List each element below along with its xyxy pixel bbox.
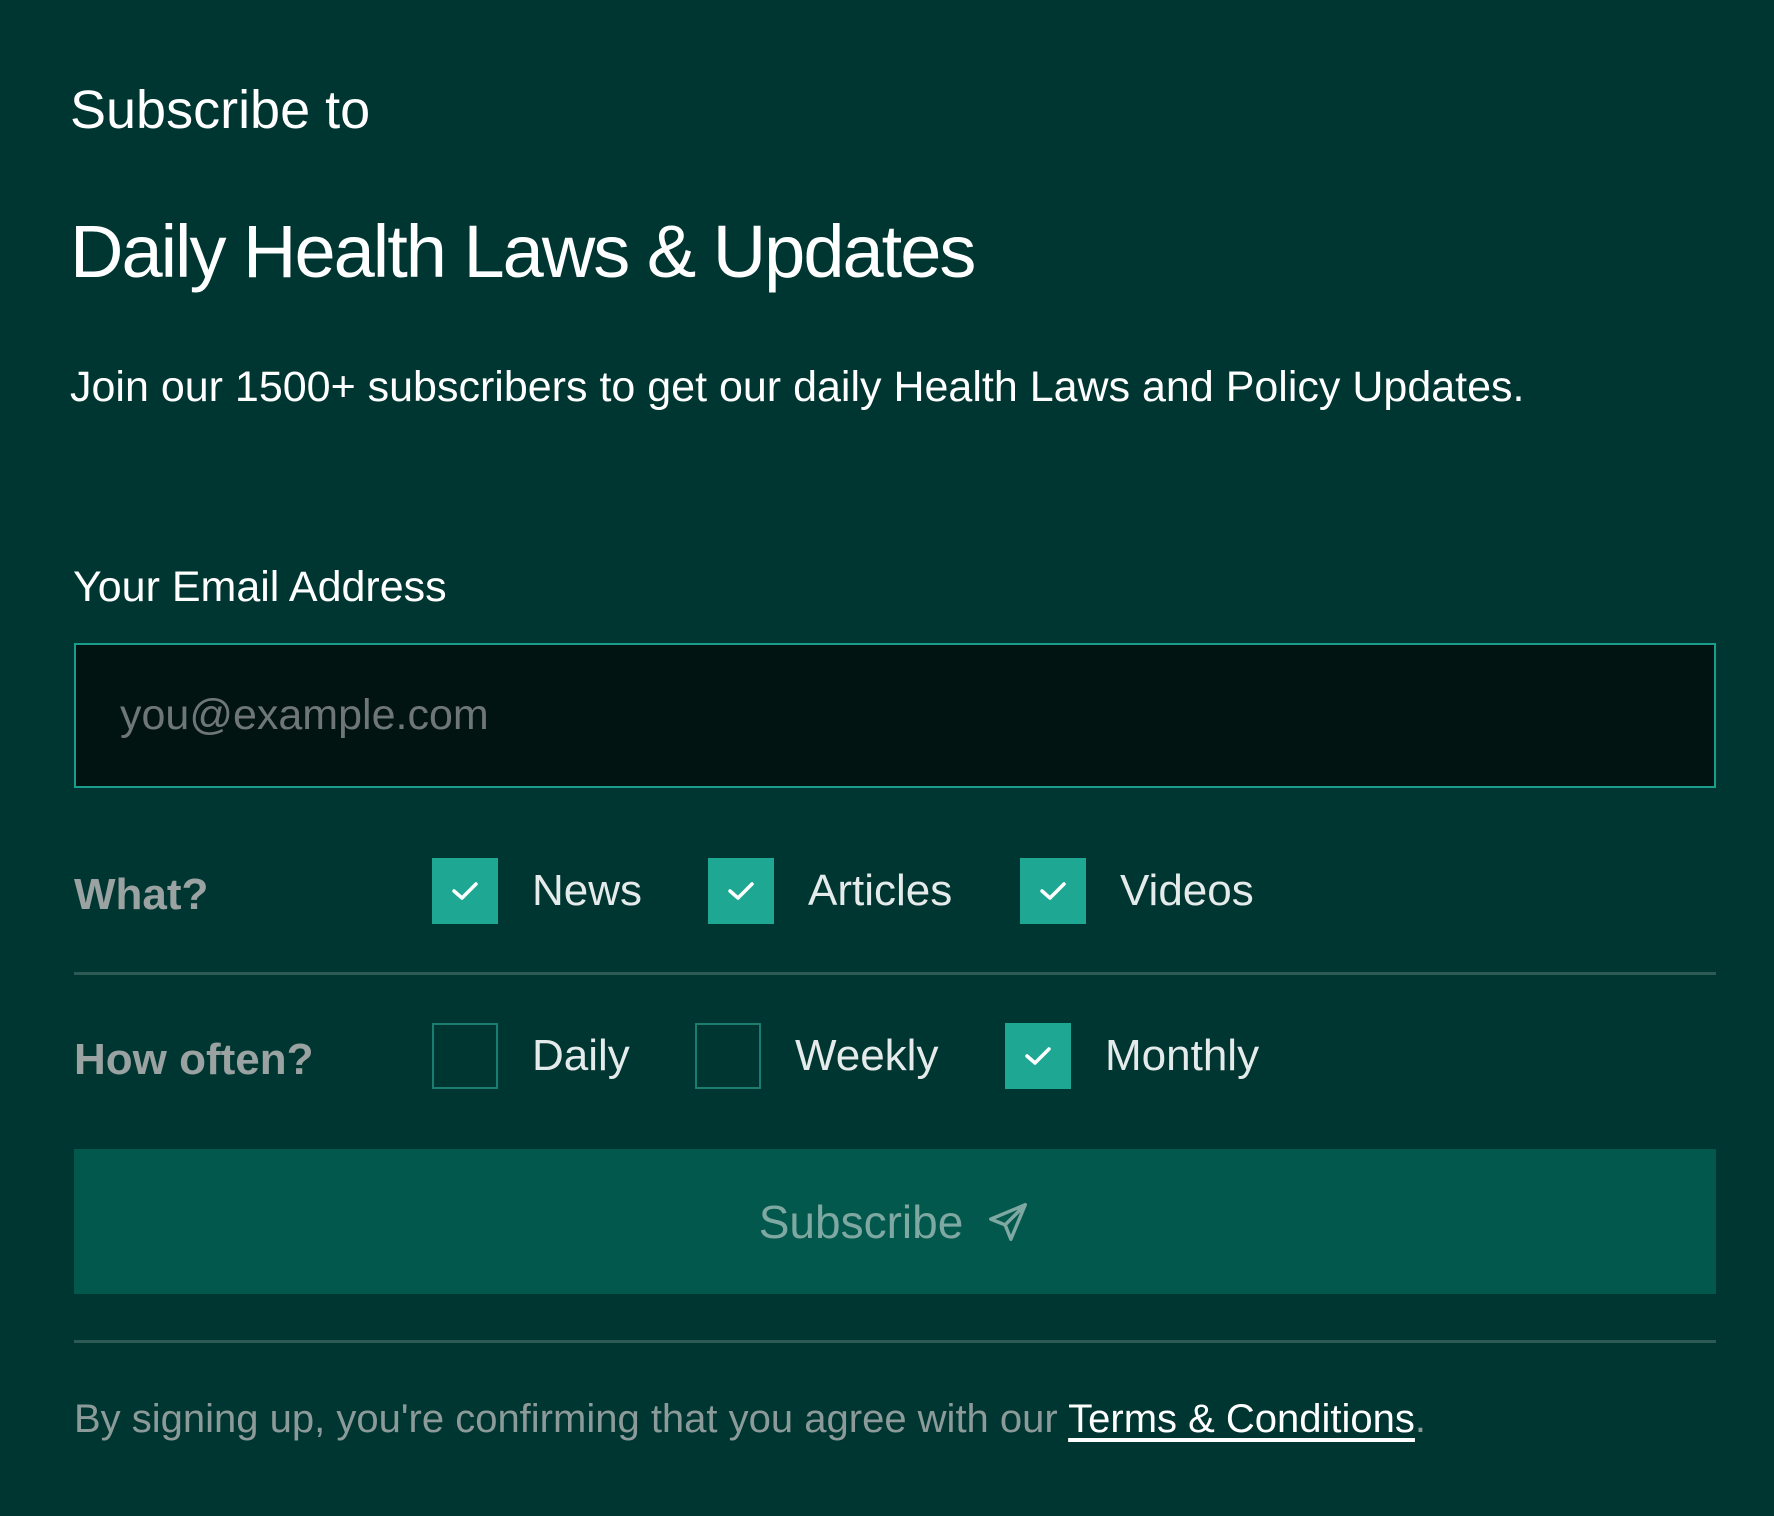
videos-label: Videos <box>1120 866 1254 915</box>
divider <box>74 972 1716 975</box>
daily-label: Daily <box>532 1031 630 1080</box>
news-checkbox[interactable] <box>432 858 498 924</box>
news-label: News <box>532 866 643 915</box>
send-icon <box>985 1199 1031 1245</box>
monthly-checkbox[interactable] <box>1005 1023 1071 1089</box>
option-daily[interactable]: Daily <box>432 1023 630 1089</box>
frequency-label: How often? <box>74 1035 314 1084</box>
terms-notice: By signing up, you're confirming that yo… <box>74 1392 1426 1446</box>
weekly-label: Weekly <box>795 1031 939 1080</box>
check-icon <box>452 882 478 900</box>
articles-checkbox[interactable] <box>708 858 774 924</box>
check-icon <box>1040 882 1066 900</box>
email-label: Your Email Address <box>73 563 447 611</box>
option-articles[interactable]: Articles <box>708 858 952 924</box>
terms-suffix: . <box>1414 1397 1427 1441</box>
terms-link[interactable]: Terms & Conditions <box>1068 1397 1415 1441</box>
divider <box>74 1340 1716 1343</box>
description-text: Join our 1500+ subscribers to get our da… <box>70 363 1525 411</box>
articles-label: Articles <box>808 866 953 915</box>
option-videos[interactable]: Videos <box>1020 858 1254 924</box>
email-field[interactable] <box>74 643 1716 788</box>
weekly-checkbox[interactable] <box>695 1023 761 1089</box>
subscribe-panel: Subscribe to Daily Health Laws & Updates… <box>0 0 1774 1516</box>
monthly-label: Monthly <box>1105 1031 1260 1080</box>
what-label: What? <box>74 870 209 919</box>
option-weekly[interactable]: Weekly <box>695 1023 938 1089</box>
check-icon <box>1025 1047 1051 1065</box>
subscribe-button-label: Subscribe <box>758 1195 964 1248</box>
check-icon <box>728 882 754 900</box>
option-monthly[interactable]: Monthly <box>1005 1023 1259 1089</box>
videos-checkbox[interactable] <box>1020 858 1086 924</box>
daily-checkbox[interactable] <box>432 1023 498 1089</box>
option-news[interactable]: News <box>432 858 642 924</box>
terms-prefix: By signing up, you're confirming that yo… <box>74 1397 1069 1441</box>
subscribe-button[interactable]: Subscribe <box>74 1149 1716 1294</box>
page-title: Daily Health Laws & Updates <box>70 210 976 293</box>
subscribe-kicker: Subscribe to <box>70 80 371 140</box>
